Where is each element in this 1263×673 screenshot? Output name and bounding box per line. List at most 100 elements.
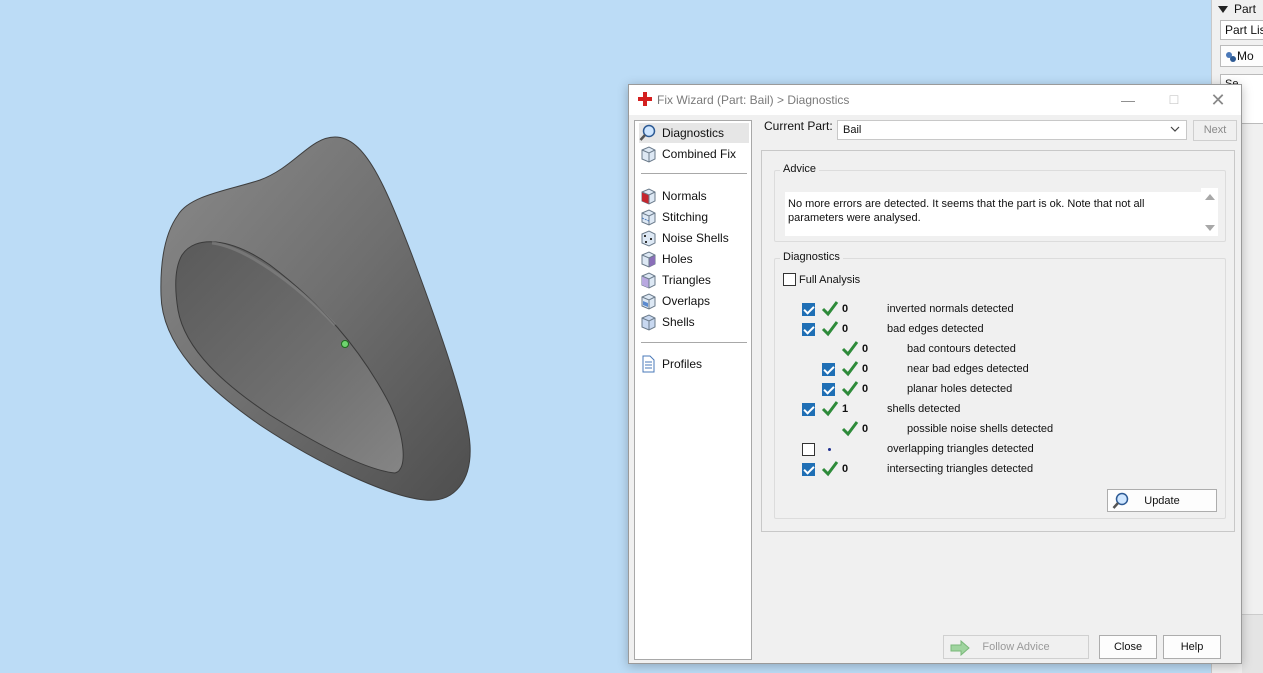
maximize-button[interactable]: ☐ — [1151, 85, 1197, 115]
shells-cube-icon — [641, 314, 656, 331]
nav-item-label: Profiles — [662, 357, 703, 371]
diagnostic-count: 0 — [842, 323, 849, 335]
document-icon — [642, 355, 655, 373]
diagnostic-label: near bad edges detected — [907, 363, 1029, 375]
current-part-value: Bail — [843, 124, 862, 136]
diagnostic-count: 0 — [842, 303, 849, 315]
wizard-nav-list: Diagnostics Combined Fix Normals Stitchi… — [634, 120, 752, 660]
full-analysis-option[interactable]: Full Analysis — [783, 273, 860, 286]
nav-item-label: Noise Shells — [662, 231, 729, 245]
nav-item-label: Combined Fix — [662, 147, 737, 161]
diagnostic-checkbox[interactable] — [802, 323, 815, 336]
nav-item-label: Stitching — [662, 210, 709, 224]
mode-button-label: Mo — [1237, 49, 1254, 63]
diagnostic-label: planar holes detected — [907, 383, 1013, 395]
diagnostics-group: Diagnostics Full Analysis 0 inverted norm… — [774, 251, 1226, 519]
nav-item-overlaps[interactable]: Overlaps — [639, 291, 749, 311]
collapse-triangle-icon[interactable] — [1218, 6, 1228, 14]
diagnostic-checkbox[interactable] — [802, 403, 815, 416]
diagnostic-label: overlapping triangles detected — [887, 443, 1034, 455]
diagnostic-row: 0 planar holes detected — [775, 379, 1215, 399]
fix-wizard-dialog: Fix Wizard (Part: Bail) > Diagnostics — … — [628, 84, 1242, 664]
check-icon — [841, 340, 859, 358]
update-button-label: Update — [1144, 495, 1180, 507]
magnifier-icon — [639, 124, 656, 141]
follow-advice-label: Follow Advice — [982, 641, 1050, 653]
update-button[interactable]: Update — [1107, 489, 1217, 512]
advice-scrollbar[interactable] — [1201, 188, 1218, 236]
check-icon — [821, 460, 839, 478]
part-panel-header-label: Part — [1234, 2, 1257, 16]
scroll-up-icon[interactable] — [1205, 194, 1215, 200]
diagnostics-panel: Advice No more errors are detected. It s… — [761, 150, 1235, 532]
diagnostic-label: possible noise shells detected — [907, 423, 1054, 435]
next-button[interactable]: Next — [1193, 120, 1237, 141]
diagnostic-row: 0 bad edges detected — [775, 319, 1215, 339]
diagnostic-row: 0 bad contours detected — [775, 339, 1215, 359]
diagnostic-count: 0 — [862, 383, 869, 395]
axis-widget — [1242, 614, 1263, 673]
scroll-down-icon[interactable] — [1205, 225, 1215, 231]
nav-item-profiles[interactable]: Profiles — [639, 354, 749, 374]
diagnostic-count: 0 — [862, 343, 869, 355]
nav-item-label: Holes — [662, 252, 693, 266]
diagnostic-checkbox[interactable] — [822, 383, 835, 396]
diagnostic-checkbox[interactable] — [802, 443, 815, 456]
check-icon — [821, 320, 839, 338]
nav-item-label: Overlaps — [662, 294, 711, 308]
diagnostic-count: 0 — [862, 363, 869, 375]
diagnostic-count: 1 — [842, 403, 849, 415]
nav-item-diagnostics[interactable]: Diagnostics — [639, 123, 749, 143]
red-cross-icon — [638, 92, 652, 106]
chevron-down-icon — [1170, 126, 1180, 132]
stitching-cube-icon — [641, 209, 656, 226]
nav-item-combined-fix[interactable]: Combined Fix — [639, 144, 749, 164]
check-icon — [841, 360, 859, 378]
diagnostic-checkbox[interactable] — [802, 463, 815, 476]
tab-part-list[interactable]: Part Lis — [1220, 20, 1263, 40]
help-button[interactable]: Help — [1163, 635, 1221, 659]
nav-separator — [641, 342, 747, 343]
full-analysis-checkbox[interactable] — [783, 273, 796, 286]
follow-advice-button[interactable]: Follow Advice — [943, 635, 1089, 659]
cube-icon — [641, 146, 656, 163]
diagnostic-row: 0 possible noise shells detected — [775, 419, 1215, 439]
holes-cube-icon — [641, 251, 656, 268]
mode-button[interactable]: Mo — [1220, 45, 1263, 67]
bail-3d-model[interactable] — [150, 125, 490, 515]
diagnostic-count: 0 — [842, 463, 849, 475]
current-part-label: Current Part: — [764, 119, 833, 133]
full-analysis-label: Full Analysis — [799, 273, 861, 286]
diagnostic-label: shells detected — [887, 403, 961, 415]
check-icon — [841, 420, 859, 438]
nav-item-holes[interactable]: Holes — [639, 249, 749, 269]
not-analysed-icon — [828, 448, 831, 451]
nav-item-stitching[interactable]: Stitching — [639, 207, 749, 227]
nav-item-normals[interactable]: Normals — [639, 186, 749, 206]
advice-legend: Advice — [780, 163, 820, 175]
check-icon — [821, 400, 839, 418]
close-button[interactable]: Close — [1099, 635, 1157, 659]
advice-text: No more errors are detected. It seems th… — [785, 192, 1205, 236]
minimize-button[interactable]: — — [1105, 85, 1151, 115]
diagnostic-checkbox[interactable] — [822, 363, 835, 376]
noise-shells-icon — [641, 230, 656, 247]
diagnostic-checkbox[interactable] — [802, 303, 815, 316]
advice-group: Advice No more errors are detected. It s… — [774, 163, 1226, 242]
arrow-right-icon — [950, 640, 970, 656]
current-part-select[interactable]: Bail — [837, 120, 1187, 140]
diagnostic-label: bad contours detected — [907, 343, 1016, 355]
close-window-button[interactable]: ✕ — [1195, 85, 1241, 115]
check-icon — [841, 380, 859, 398]
diagnostic-count: 0 — [862, 423, 869, 435]
nav-item-shells[interactable]: Shells — [639, 312, 749, 332]
nav-item-triangles[interactable]: Triangles — [639, 270, 749, 290]
triangles-cube-icon — [641, 272, 656, 289]
dialog-title: Fix Wizard (Part: Bail) > Diagnostics — [657, 93, 850, 107]
nav-item-noise-shells[interactable]: Noise Shells — [639, 228, 749, 248]
part-panel-header[interactable]: Part — [1218, 2, 1263, 22]
diagnostic-row: 0 inverted normals detected — [775, 299, 1215, 319]
diagnostic-label: bad edges detected — [887, 323, 984, 335]
dialog-titlebar[interactable]: Fix Wizard (Part: Bail) > Diagnostics — … — [629, 85, 1241, 115]
tab-part-list-label: Part Lis — [1225, 23, 1263, 37]
